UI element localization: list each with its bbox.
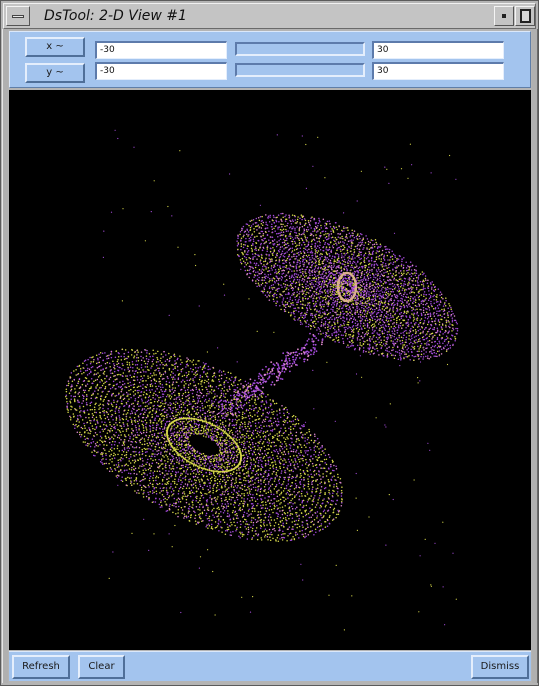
x-axis-variable-button[interactable]: x ~ xyxy=(25,37,85,57)
range-control-panel: x ~ y ~ -30 -30 30 30 xyxy=(9,31,531,88)
dstool-2d-view-window: DsTool: 2-D View #1 x ~ y ~ -30 -30 30 3… xyxy=(0,0,539,686)
x-min-field[interactable]: -30 xyxy=(95,41,227,59)
y-range-slider[interactable] xyxy=(235,63,365,77)
clear-button[interactable]: Clear xyxy=(78,655,125,679)
window-menu-icon xyxy=(12,15,24,18)
y-max-field[interactable]: 30 xyxy=(372,62,504,80)
window-menu-button[interactable] xyxy=(6,6,30,26)
x-max-field[interactable]: 30 xyxy=(372,41,504,59)
y-min-field[interactable]: -30 xyxy=(95,62,227,80)
x-range-slider[interactable] xyxy=(235,42,365,56)
maximize-icon xyxy=(520,9,531,23)
bottom-button-bar: Refresh Clear Dismiss xyxy=(9,651,531,681)
window-frame-right xyxy=(532,29,538,683)
window-title: DsTool: 2-D View #1 xyxy=(44,8,187,24)
plot-canvas[interactable] xyxy=(9,90,531,650)
dismiss-button[interactable]: Dismiss xyxy=(471,655,529,679)
minimize-button[interactable] xyxy=(494,6,514,26)
title-bar[interactable]: DsTool: 2-D View #1 xyxy=(3,3,536,29)
maximize-button[interactable] xyxy=(515,6,535,26)
refresh-button[interactable]: Refresh xyxy=(12,655,70,679)
minimize-icon xyxy=(502,14,506,18)
y-axis-variable-button[interactable]: y ~ xyxy=(25,63,85,83)
trajectory-plot[interactable] xyxy=(9,90,531,650)
window-frame-left xyxy=(2,29,8,683)
